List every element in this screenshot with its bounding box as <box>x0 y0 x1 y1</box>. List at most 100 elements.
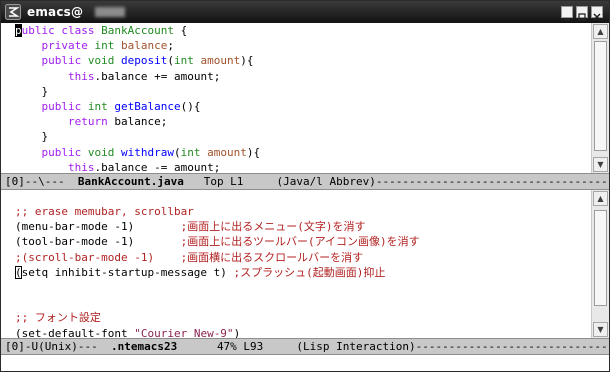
bottom-scroll-thumb[interactable] <box>594 210 607 306</box>
code-token: deposit <box>121 54 168 68</box>
code-token: ;(scroll-bar-mode -1) ;画面横に出るスクロールバーを消す <box>15 250 364 264</box>
code-line[interactable]: public void deposit(int amount){ <box>3 53 589 68</box>
code-token: "Courier New-9" <box>134 326 234 339</box>
minimize-icon <box>564 19 570 21</box>
code-line[interactable]: this.balance -= amount; <box>3 160 589 173</box>
code-line[interactable]: (set-default-font "Courier New-9") <box>3 326 589 339</box>
code-token: ( <box>167 54 174 68</box>
code-token: amount <box>207 145 247 159</box>
emacs-app-icon[interactable] <box>5 4 21 20</box>
code-token: ( <box>173 145 181 159</box>
text-cursor: p <box>15 24 22 37</box>
code-token: amount <box>200 54 241 68</box>
code-line[interactable]: this.balance += amount; <box>3 69 589 84</box>
java-code-area[interactable]: public class BankAccount { private int b… <box>3 23 589 173</box>
buffer-name[interactable]: BankAccount.java <box>78 175 184 188</box>
code-token: class <box>61 24 95 37</box>
code-token: ){ <box>240 54 254 68</box>
minimize-button[interactable] <box>561 6 573 21</box>
top-editor-pane[interactable]: public class BankAccount { private int b… <box>1 23 609 173</box>
code-token: ) <box>233 326 241 339</box>
code-line[interactable]: } <box>3 129 589 144</box>
code-line[interactable]: public void withdraw(int amount){ <box>3 145 589 160</box>
code-token: int <box>94 39 115 53</box>
code-line[interactable]: return balance; <box>3 114 589 129</box>
code-token: (tool-bar-mode -1) <box>15 235 181 249</box>
code-token: ;スプラッシュ(起動画面)抑止 <box>233 265 386 279</box>
code-line[interactable]: public class BankAccount { <box>3 23 589 38</box>
maximize-button[interactable] <box>576 6 588 21</box>
code-token: ;画面上に出るメニュー(文字)を消す <box>180 220 366 234</box>
code-token: (set-default-font <box>15 326 135 339</box>
bottom-mode-line[interactable]: [0]-U(Unix)--- .ntemacs23 47% L93 (Lisp … <box>1 338 609 355</box>
mode-line-info: 47% L93 (Lisp Interaction)--------------… <box>216 340 609 353</box>
scroll-up-arrow-icon[interactable]: ▲ <box>593 191 608 206</box>
window-title: emacs@ <box>27 5 84 19</box>
code-line[interactable] <box>3 295 589 310</box>
bottom-editor-pane[interactable]: ;; erase memubar, scrollbar (menu-bar-mod… <box>1 190 609 338</box>
code-token: { <box>173 24 188 37</box>
code-line[interactable] <box>3 280 589 295</box>
lisp-code-area[interactable]: ;; erase memubar, scrollbar (menu-bar-mod… <box>3 204 589 338</box>
code-token: getBalance <box>114 99 181 113</box>
code-token: public <box>41 54 82 68</box>
code-token: public <box>41 99 82 113</box>
code-token: ;; erase memubar, scrollbar <box>15 205 194 218</box>
code-token: ; <box>167 39 174 53</box>
code-line[interactable]: (tool-bar-mode -1) ;画面上に出るツールバー(アイコン画像)を… <box>3 234 589 249</box>
code-token: .balance += amount; <box>94 69 221 83</box>
close-icon <box>593 13 601 21</box>
code-line[interactable]: ;; erase memubar, scrollbar <box>3 204 589 219</box>
code-token: void <box>87 145 115 159</box>
code-token: balance; <box>107 115 168 129</box>
minibuffer[interactable] <box>1 355 609 371</box>
title-bar[interactable]: emacs@ <box>1 1 609 23</box>
scroll-down-arrow-icon[interactable]: ▼ <box>593 322 608 337</box>
maximize-icon <box>578 13 586 21</box>
code-line[interactable]: (menu-bar-mode -1) ;画面上に出るメニュー(文字)を消す <box>3 219 589 234</box>
code-token: balance <box>120 39 168 53</box>
code-line[interactable]: ;(scroll-bar-mode -1) ;画面横に出るスクロールバーを消す <box>3 250 589 265</box>
close-button[interactable] <box>591 6 603 21</box>
buffer-name[interactable]: .ntemacs23 <box>111 340 177 353</box>
bottom-scrollbar[interactable]: ▲ ▼ <box>591 190 609 338</box>
code-token: withdraw <box>121 145 174 159</box>
top-scrollbar[interactable]: ▲ ▼ <box>591 23 609 173</box>
code-line[interactable]: ;; フォント設定 <box>3 310 589 325</box>
code-line[interactable]: public int getBalance(){ <box>3 99 589 114</box>
code-token: void <box>87 54 115 68</box>
code-token: this <box>67 69 95 83</box>
mode-line-status: [0]--\--- <box>5 175 78 188</box>
code-line[interactable]: (setq inhibit-startup-message t) ;スプラッシュ… <box>3 265 589 280</box>
scroll-up-arrow-icon[interactable]: ▲ <box>593 24 608 39</box>
code-token: int <box>173 54 194 68</box>
code-line[interactable]: } <box>3 84 589 99</box>
code-token: private <box>41 39 88 53</box>
top-scroll-thumb[interactable] <box>594 41 607 151</box>
code-token: this <box>67 160 95 173</box>
code-token: setq inhibit-startup-message t) <box>21 265 234 279</box>
top-mode-line[interactable]: [0]--\--- BankAccount.java Top L1 (Java/… <box>1 173 609 190</box>
text-cursor: ( <box>15 265 22 279</box>
code-token: } <box>15 130 49 144</box>
code-token: return <box>67 115 108 129</box>
code-line[interactable]: private int balance; <box>3 38 589 53</box>
scroll-down-arrow-icon[interactable]: ▼ <box>593 157 608 172</box>
mode-line-info: Top L1 (Java/l Abbrev)------------------… <box>203 175 609 188</box>
code-token: } <box>15 84 49 98</box>
code-token: public <box>41 145 82 159</box>
code-token: int <box>180 145 201 159</box>
